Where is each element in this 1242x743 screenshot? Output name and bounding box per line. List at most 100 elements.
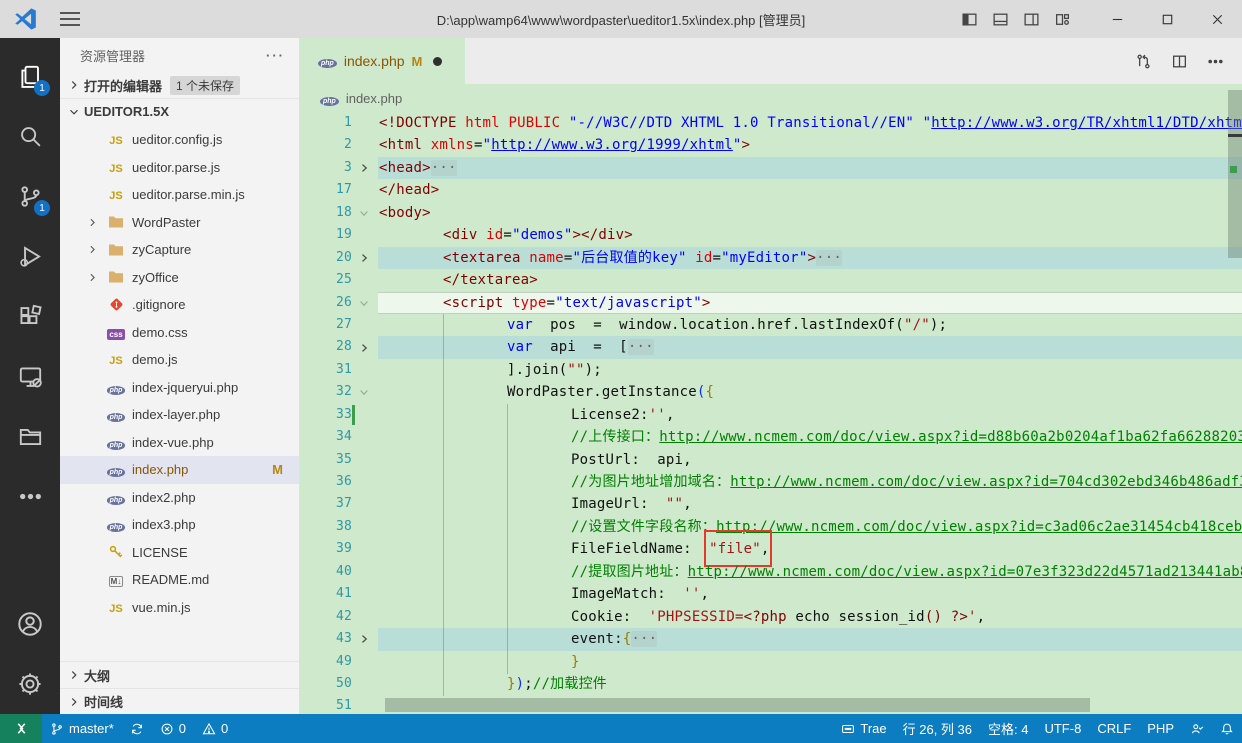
status-sync[interactable] [122,714,152,743]
vertical-scrollbar[interactable] [1228,90,1242,258]
split-editor-button[interactable] [1166,48,1192,74]
compare-changes-button[interactable] [1130,48,1156,74]
code-link[interactable]: http://www.w3.org/1999/xhtml [491,137,733,153]
tree-item-index2-php[interactable]: php index2.php [60,484,299,512]
activity-folder-view[interactable] [0,406,60,466]
code-line-35[interactable]: 35 PostUrl: api, [300,449,1242,471]
tree-item-wordpaster[interactable]: WordPaster [60,209,299,237]
status-indentation[interactable]: 空格: 4 [980,714,1036,743]
horizontal-scrollbar[interactable] [385,698,1090,712]
code-line-34[interactable]: 34 //上传接口：http://www.ncmem.com/doc/view.a… [300,426,1242,448]
code-line-41[interactable]: 41 ImageMatch: '', [300,583,1242,605]
activity-settings[interactable] [0,654,60,714]
tree-item-demo-js[interactable]: JS demo.js [60,346,299,374]
code-line-39[interactable]: 39 FileFieldName: "file", [300,530,1242,568]
fold-expand-icon[interactable] [356,336,372,358]
code-line-27[interactable]: 27 var pos = window.location.href.lastInd… [300,314,1242,336]
code-line-1[interactable]: 1 <!DOCTYPE html PUBLIC "-//W3C//DTD XHTM… [300,112,1242,134]
activity-search[interactable] [0,106,60,166]
layout-panel-button[interactable] [985,4,1016,34]
code-line-37[interactable]: 37 ImageUrl: "", [300,493,1242,515]
fold-expand-icon[interactable] [356,157,372,179]
tree-item-index3-php[interactable]: php index3.php [60,511,299,539]
code-line-28[interactable]: 28 var api = [··· [300,336,1242,359]
tree-item-ueditor-config-js[interactable]: JS ueditor.config.js [60,126,299,154]
code-line-31[interactable]: 31].join(""); [300,359,1242,381]
activity-extensions[interactable] [0,286,60,346]
fold-expand-icon[interactable] [356,628,372,650]
activity-run-and-debug[interactable] [0,226,60,286]
code-line-43[interactable]: 43 event:{··· [300,628,1242,651]
tree-item-zycapture[interactable]: zyCapture [60,236,299,264]
code-line-3[interactable]: 3 <head>··· [300,156,1242,180]
activity-more-views[interactable] [0,466,60,526]
status-eol[interactable]: CRLF [1089,714,1139,743]
layout-sidebar-left-button[interactable] [954,4,985,34]
code-line-20[interactable]: 20 <textarea name="后台取值的key" id="myEditor… [300,246,1242,270]
activity-source-control[interactable]: 1 [0,166,60,226]
code-line-18[interactable]: 18 <body> [300,202,1242,224]
tree-item-index-layer-php[interactable]: php index-layer.php [60,401,299,429]
tree-item-index-jqueryui-php[interactable]: php index-jqueryui.php [60,374,299,402]
tree-item-ueditor-parse-js[interactable]: JS ueditor.parse.js [60,154,299,182]
tab-index-php[interactable]: php index.php M [300,38,465,84]
explorer-more-icon[interactable]: ··· [266,48,285,63]
timeline-section[interactable]: 时间线 [60,688,299,714]
tree-item-zyoffice[interactable]: zyOffice [60,264,299,292]
fold-collapse-icon[interactable] [356,381,372,403]
code-link[interactable]: http://www.ncmem.com/doc/view.aspx?id=c3… [716,519,1242,535]
status-remote-indicator[interactable] [0,714,42,743]
status-branch[interactable]: master* [42,714,122,743]
fold-expand-icon[interactable] [356,247,372,269]
code-line-49[interactable]: 49} [300,651,1242,673]
unsaved-dot-icon[interactable] [433,56,443,66]
code-link[interactable]: http://www.ncmem.com/doc/view.aspx?id=07… [688,564,1242,580]
tree-item-vue-min-js[interactable]: JS vue.min.js [60,594,299,622]
code-line-17[interactable]: 17 </head> [300,179,1242,201]
code-line-40[interactable]: 40 //提取图片地址：http://www.ncmem.com/doc/view… [300,561,1242,583]
activity-explorer[interactable]: 1 [0,46,60,106]
code-line-42[interactable]: 42 Cookie: 'PHPSESSID=<?php echo session_… [300,606,1242,628]
status-warnings[interactable]: 0 [194,714,236,743]
tree-item-readme-md[interactable]: M↓ README.md [60,566,299,594]
code-line-32[interactable]: 32 WordPaster.getInstance({ [300,381,1242,403]
breadcrumb[interactable]: php index.php [300,84,1242,112]
code-line-19[interactable]: 19 <div id="demos"></div> [300,224,1242,246]
minimize-button[interactable] [1092,0,1142,38]
code-link[interactable]: http://www.ncmem.com/doc/view.aspx?id=70… [730,474,1242,490]
activity-remote-explorer[interactable] [0,346,60,406]
tree-item--gitignore[interactable]: .gitignore [60,291,299,319]
menu-icon[interactable] [60,12,80,26]
layout-sidebar-right-button[interactable] [1016,4,1047,34]
more-actions-button[interactable] [1202,48,1228,74]
status-errors[interactable]: 0 [152,714,194,743]
code-line-25[interactable]: 25 </textarea> [300,269,1242,291]
status-encoding[interactable]: UTF-8 [1036,714,1089,743]
maximize-button[interactable] [1142,0,1192,38]
status-language-mode[interactable]: PHP [1139,714,1182,743]
status-cursor-position[interactable]: 行 26, 列 36 [895,714,980,743]
tree-item-index-php[interactable]: php index.php M [60,456,299,484]
tree-item-license[interactable]: LICENSE [60,539,299,567]
code-line-50[interactable]: 50});//加载控件 [300,673,1242,695]
status-trae[interactable]: Trae [833,714,894,743]
open-editors-section[interactable]: 打开的编辑器 1 个未保存 [60,72,299,98]
code-line-36[interactable]: 36 //为图片地址增加域名：http://www.ncmem.com/doc/v… [300,471,1242,493]
tree-item-index-vue-php[interactable]: php index-vue.php [60,429,299,457]
status-notifications[interactable] [1212,714,1242,743]
layout-customize-button[interactable] [1047,4,1078,34]
code-link[interactable]: http://www.ncmem.com/doc/view.aspx?id=d8… [659,429,1242,445]
folder-section-header[interactable]: UEDITOR1.5X [60,98,299,124]
code-line-26[interactable]: 26 <script type="text/javascript"> [300,291,1242,314]
outline-section[interactable]: 大纲 [60,662,299,688]
activity-account[interactable] [0,594,60,654]
fold-collapse-icon[interactable] [356,202,372,224]
code-link[interactable]: http://www.w3.org/TR/xhtml1/DTD/xhtml1 [931,115,1242,131]
close-button[interactable] [1192,0,1242,38]
status-feedback[interactable] [1182,714,1212,743]
tree-item-demo-css[interactable]: css demo.css [60,319,299,347]
tree-item-ueditor-parse-min-js[interactable]: JS ueditor.parse.min.js [60,181,299,209]
code-line-2[interactable]: 2 <html xmlns="http://www.w3.org/1999/xht… [300,134,1242,156]
code-line-33[interactable]: 33 License2:'', [300,404,1242,426]
fold-collapse-icon[interactable] [356,292,372,314]
